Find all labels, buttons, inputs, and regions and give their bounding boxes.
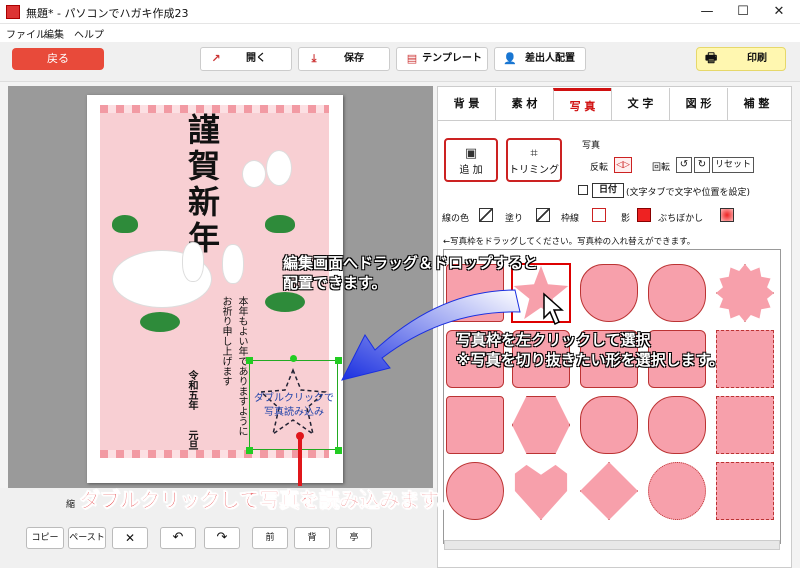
rotate-right-icon[interactable]: ↻ bbox=[694, 157, 710, 173]
add-photo-button[interactable]: ▣ 追 加 bbox=[444, 138, 498, 182]
minimize-button[interactable]: — bbox=[692, 2, 722, 22]
photo-placeholder-text: ダブルクリックで 写真読み込み bbox=[254, 393, 334, 418]
heart-frame-shape[interactable] bbox=[514, 464, 568, 520]
greeting-text: 謹 賀 新 年 bbox=[188, 111, 221, 257]
tab-photo[interactable]: 写 真 bbox=[553, 88, 611, 120]
rabbit-illustration bbox=[266, 150, 292, 186]
resize-handle[interactable] bbox=[246, 357, 253, 364]
tab-shape[interactable]: 図 形 bbox=[669, 88, 727, 120]
tab-divider bbox=[437, 120, 792, 121]
pine-illustration bbox=[140, 312, 180, 332]
border-style-swatch[interactable] bbox=[592, 208, 606, 222]
delete-button[interactable]: ✕ bbox=[112, 527, 148, 549]
trim-button[interactable]: ⌗ トリミング bbox=[506, 138, 562, 182]
square-frame-shape[interactable] bbox=[446, 396, 504, 454]
app-icon bbox=[6, 5, 20, 19]
date-line-2: 元旦 bbox=[186, 430, 197, 450]
instruction-text: ←写真枠をドラッグしてください。写真枠の入れ替えができます。 bbox=[443, 237, 696, 247]
stamp-frame-shape[interactable] bbox=[716, 330, 774, 388]
cursor-icon bbox=[543, 292, 564, 326]
blur-label: ぶちぼかし bbox=[658, 214, 704, 224]
open-button[interactable]: ↗ 開く bbox=[200, 47, 292, 71]
pine-illustration bbox=[265, 292, 305, 312]
hexagon-frame-shape[interactable] bbox=[512, 396, 570, 454]
flip-label: 反転 bbox=[590, 163, 609, 173]
flip-icon[interactable]: ◁▷ bbox=[614, 157, 632, 173]
menu-bar bbox=[0, 24, 800, 42]
rabbit-ear-illustration bbox=[182, 242, 204, 282]
sender-button[interactable]: 👤 差出人配置 bbox=[494, 47, 586, 71]
message-line-2: お祈り申し上げます bbox=[220, 296, 231, 386]
fill-label: 塗り bbox=[505, 214, 524, 224]
back-button[interactable]: 戻る bbox=[12, 48, 104, 70]
rotate-handle[interactable] bbox=[290, 355, 297, 362]
bring-front-button[interactable]: 前 bbox=[252, 527, 288, 549]
add-image-icon: ▣ bbox=[464, 146, 478, 161]
annotation-double-click: ダブルクリックして写真を読み込みます。 bbox=[80, 488, 458, 513]
copy-button[interactable]: コピー bbox=[26, 527, 64, 549]
message-line-1: 本年もよい年でありますように bbox=[236, 296, 247, 436]
status-text: 縮 bbox=[66, 500, 76, 510]
shadow-swatch[interactable] bbox=[637, 208, 651, 222]
pointer-line bbox=[298, 438, 302, 486]
tab-background[interactable]: 背 景 bbox=[437, 88, 495, 120]
send-back-button[interactable]: 背 bbox=[294, 527, 330, 549]
horizontal-scrollbar[interactable] bbox=[444, 540, 780, 550]
rabbit-ear-illustration bbox=[222, 244, 244, 284]
save-button[interactable]: ⤓ 保存 bbox=[298, 47, 390, 71]
redo-button[interactable]: ↷ bbox=[204, 527, 240, 549]
paste-button[interactable]: ペースト bbox=[68, 527, 106, 549]
date-checkbox[interactable] bbox=[578, 185, 588, 195]
diamond-frame-shape[interactable] bbox=[580, 462, 638, 520]
maximize-button[interactable]: ☐ bbox=[728, 2, 758, 22]
printer-icon: 🖶 bbox=[705, 51, 718, 66]
tab-adjust[interactable]: 補 整 bbox=[727, 88, 785, 120]
window-title: 無題* - パソコンでハガキ作成23 bbox=[26, 7, 189, 20]
date-line-1: 令和五年 bbox=[186, 370, 197, 410]
stamp-frame-shape[interactable] bbox=[716, 396, 774, 454]
scallop-frame-shape[interactable] bbox=[648, 462, 706, 520]
print-button[interactable]: 🖶 印刷 bbox=[696, 47, 786, 71]
template-button[interactable]: ▤ テンプレート bbox=[396, 47, 488, 71]
line-color-swatch[interactable] bbox=[479, 208, 493, 222]
tab-material[interactable]: 素 材 bbox=[495, 88, 553, 120]
date-note: (文字タブで文字や位置を設定) bbox=[626, 188, 751, 198]
rabbit-illustration bbox=[242, 160, 266, 188]
pine-illustration bbox=[112, 215, 138, 233]
line-color-label: 線の色 bbox=[442, 214, 470, 224]
annotation-select: 写真枠を左クリックして選択 ※写真を切り抜きたい形を選択します。 bbox=[456, 331, 725, 369]
crop-icon: ⌗ bbox=[530, 146, 538, 161]
resize-handle[interactable] bbox=[246, 447, 253, 454]
photo-section-label: 写真 bbox=[582, 141, 601, 151]
menu-help[interactable]: ヘルプ bbox=[74, 26, 104, 41]
fill-swatch[interactable] bbox=[536, 208, 550, 222]
shadow-label: 影 bbox=[621, 214, 631, 224]
align-button[interactable]: 亭 bbox=[336, 527, 372, 549]
border-label: 枠線 bbox=[561, 214, 580, 224]
clover-frame-shape[interactable] bbox=[648, 396, 706, 454]
sun-frame-shape[interactable] bbox=[716, 264, 774, 322]
blur-swatch[interactable] bbox=[720, 208, 734, 222]
pine-illustration bbox=[265, 215, 295, 233]
reset-button[interactable]: リセット bbox=[712, 157, 754, 173]
cat-frame-shape[interactable] bbox=[580, 264, 638, 322]
resize-handle[interactable] bbox=[335, 447, 342, 454]
rotate-label: 回転 bbox=[652, 163, 671, 173]
rotate-left-icon[interactable]: ↺ bbox=[676, 157, 692, 173]
menu-file[interactable]: ファイル bbox=[6, 26, 46, 41]
checker-border-bottom bbox=[100, 450, 329, 458]
tab-text[interactable]: 文 字 bbox=[611, 88, 669, 120]
flower-frame-shape[interactable] bbox=[648, 264, 706, 322]
close-button[interactable]: ✕ bbox=[764, 2, 794, 22]
date-button[interactable]: 日付 bbox=[592, 183, 624, 198]
undo-button[interactable]: ↶ bbox=[160, 527, 196, 549]
annotation-drag: 編集画面へドラッグ＆ドロップすると 配置できます。 bbox=[283, 254, 539, 292]
cat-face-frame-shape[interactable] bbox=[580, 396, 638, 454]
stamp-frame-shape[interactable] bbox=[716, 462, 774, 520]
menu-edit[interactable]: 編集 bbox=[44, 26, 64, 41]
